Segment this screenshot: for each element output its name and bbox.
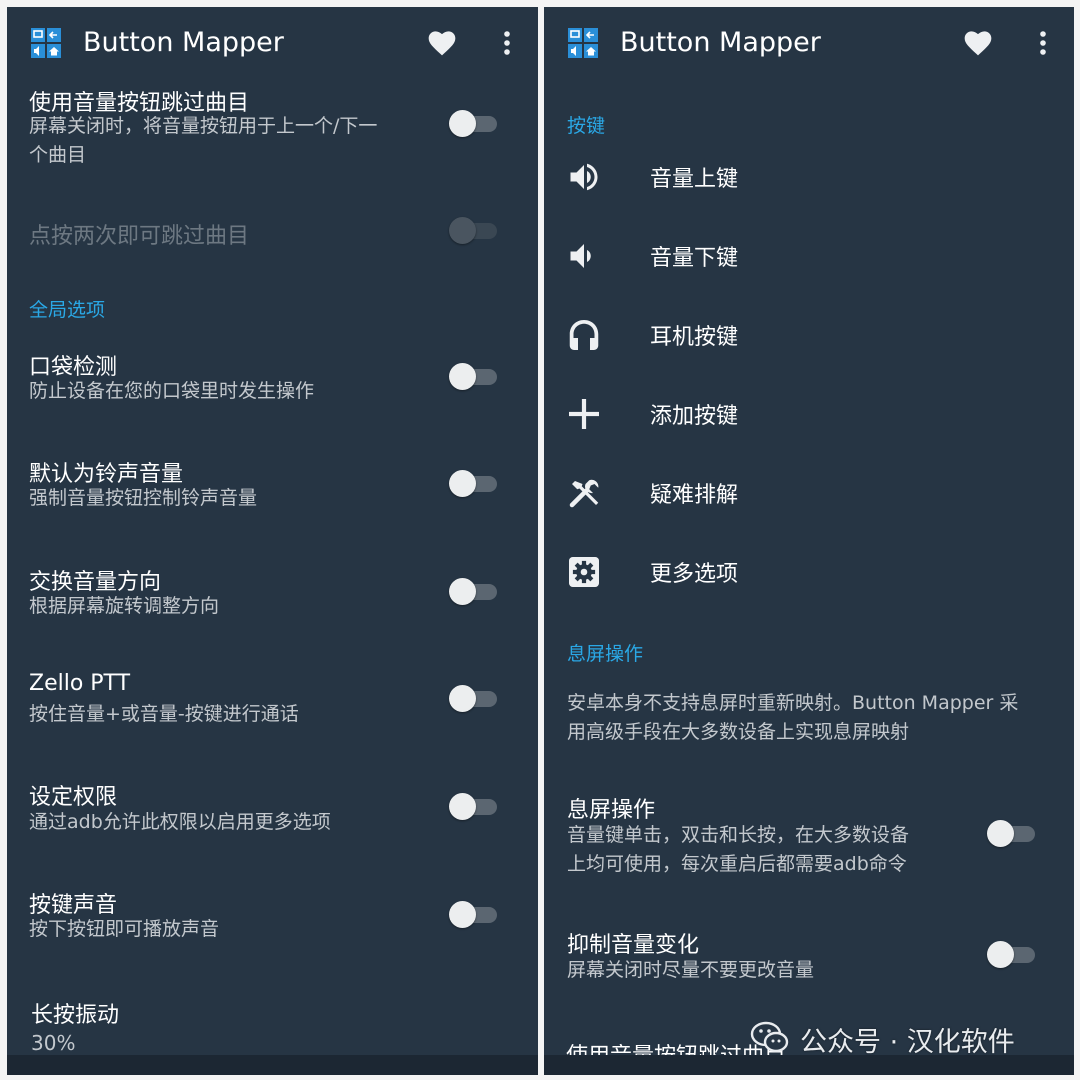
plus-icon [566,396,602,432]
app-title: Button Mapper [83,27,284,58]
key-sound-toggle[interactable] [449,900,499,928]
key-label: 音量上键 [650,167,739,192]
setting-subtitle: 按住音量+或音量-按键进行通话 [29,703,299,725]
key-row-headset[interactable]: 耳机按键 [544,305,1074,365]
section-header-global: 全局选项 [29,299,106,321]
skip-tracks-toggle[interactable] [449,109,499,137]
setting-subtitle: 按下按钮即可播放声音 [29,918,220,940]
settings-panel-right: Button Mapper 按键 音量上键 音量下键 耳机按键 添加按键 疑难排… [544,7,1074,1075]
setting-subtitle: 防止设备在您的口袋里时发生操作 [29,380,315,402]
key-row-add-button[interactable]: 添加按键 [544,384,1074,444]
key-label: 添加按键 [650,404,739,429]
app-logo-icon [568,28,598,58]
setting-title: Zello PTT [29,671,131,696]
app-logo-icon [31,28,61,58]
screen-off-description: 用高级手段在大多数设备上实现息屏映射 [567,721,910,743]
setting-subtitle: 音量键单击，双击和长按，在大多数设备 [567,824,910,846]
setting-subtitle: 通过adb允许此权限以启用更多选项 [29,811,331,833]
setting-title: 点按两次即可跳过曲目 [29,224,250,249]
key-label: 疑难排解 [650,483,739,508]
key-label: 更多选项 [650,562,739,587]
section-header-screen-off: 息屏操作 [567,643,644,665]
key-label: 音量下键 [650,246,739,271]
setting-title: 设定权限 [29,785,118,810]
overflow-menu-icon[interactable] [496,29,518,59]
double-tap-skip-toggle [449,216,499,244]
setting-title: 长按振动 [31,1003,120,1028]
volume-down-icon [566,238,602,274]
permissions-toggle[interactable] [449,792,499,820]
app-bar: Button Mapper [544,7,1074,79]
tools-icon [566,475,602,511]
setting-title: 抑制音量变化 [567,933,700,958]
app-bar: Button Mapper [7,7,538,79]
setting-subtitle: 根据屏幕旋转调整方向 [29,595,220,617]
overflow-menu-icon[interactable] [1032,29,1054,59]
key-row-more-options[interactable]: 更多选项 [544,542,1074,602]
key-row-troubleshoot[interactable]: 疑难排解 [544,463,1074,523]
setting-title: 息屏操作 [567,798,656,823]
gear-icon [566,554,602,590]
wechat-logo-icon [750,1020,790,1056]
key-row-volume-down[interactable]: 音量下键 [544,226,1074,286]
zello-ptt-toggle[interactable] [449,684,499,712]
vibration-value: 30% [31,1031,76,1051]
key-label: 耳机按键 [650,325,739,350]
settings-panel-left: Button Mapper 使用音量按钮跳过曲目 屏幕关闭时，将音量按钮用于上一… [7,7,538,1075]
bottom-edge [7,1055,538,1075]
setting-subtitle: 屏幕关闭时，将音量按钮用于上一个/下一 [29,115,378,137]
headphones-icon [566,317,602,353]
watermark-text: 公众号 · 汉化软件 [800,1027,1015,1058]
setting-subtitle: 个曲目 [29,144,87,166]
swap-volume-toggle[interactable] [449,577,499,605]
setting-subtitle: 强制音量按钮控制铃声音量 [29,487,258,509]
screen-off-actions-toggle[interactable] [987,819,1037,847]
watermark: 公众号 · 汉化软件 [750,1018,1070,1058]
setting-subtitle: 屏幕关闭时尽量不要更改音量 [567,959,815,981]
screen-off-description: 安卓本身不支持息屏时重新映射。Button Mapper 采 [567,692,1019,714]
pocket-detection-toggle[interactable] [449,362,499,390]
favorite-heart-icon[interactable] [962,27,994,57]
ringer-volume-toggle[interactable] [449,469,499,497]
section-header-keys: 按键 [567,115,606,137]
app-title: Button Mapper [620,27,821,58]
suppress-volume-toggle[interactable] [987,940,1037,968]
volume-up-icon [566,159,602,195]
key-row-volume-up[interactable]: 音量上键 [544,147,1074,207]
favorite-heart-icon[interactable] [426,27,458,57]
setting-subtitle: 上均可使用，每次重启后都需要adb命令 [567,853,907,875]
